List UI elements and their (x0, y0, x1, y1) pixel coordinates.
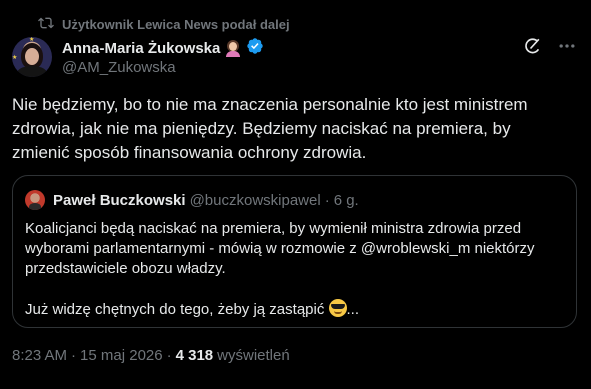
quoted-paragraph-2-text: Już widzę chętnych do tego, żeby ją zast… (25, 301, 325, 318)
footer-separator-2: · (166, 346, 172, 364)
quoted-separator: · (324, 191, 330, 209)
quoted-tweet-text: Koalicjanci będą naciskać na premiera, b… (25, 219, 565, 320)
author-handle[interactable]: @AM_Zukowska (62, 59, 176, 76)
quoted-author-handle[interactable]: @buczkowskipawel (190, 192, 321, 209)
quoted-paragraph-2: Już widzę chętnych do tego, żeby ją zast… (25, 299, 565, 320)
tweet-actions-top (523, 36, 577, 61)
more-options-icon[interactable] (557, 36, 577, 61)
repost-icon (38, 15, 54, 34)
smiling-face-with-sunglasses-icon (328, 299, 347, 317)
quoted-author-name[interactable]: Paweł Buczkowski (53, 192, 186, 209)
tweet-footer: 8:23 AM · 15 maj 2026 · 4 318 wyświetleń (12, 345, 290, 365)
author-avatar[interactable]: ★ ★ ★ (12, 37, 52, 77)
tweet-time[interactable]: 8:23 AM (12, 347, 67, 364)
tweet-date[interactable]: 15 maj 2026 (80, 347, 163, 364)
views-count: 4 318 (175, 346, 214, 364)
author-name-row[interactable]: Anna-Maria Żukowska (62, 38, 264, 58)
author-name[interactable]: Anna-Maria Żukowska (62, 40, 220, 57)
footer-separator: · (71, 346, 77, 364)
woman-tipping-hand-icon (224, 39, 242, 57)
quoted-paragraph-2-suffix: ... (346, 301, 360, 318)
repost-text: Użytkownik Lewica News podał dalej (62, 16, 290, 32)
quoted-tweet-card[interactable]: Paweł Buczkowski @buczkowskipawel · 6 g.… (12, 175, 577, 328)
quoted-paragraph-1: Koalicjanci będą naciskać na premiera, b… (25, 220, 535, 277)
quoted-time[interactable]: 6 g. (334, 192, 359, 209)
tweet-text: Nie będziemy, bo to nie ma znaczenia per… (12, 95, 528, 162)
quoted-author-avatar[interactable] (25, 190, 45, 210)
repost-indicator[interactable]: Użytkownik Lewica News podał dalej (38, 16, 290, 32)
quoted-tweet-header: Paweł Buczkowski @buczkowskipawel · 6 g. (25, 190, 359, 210)
verified-badge-icon[interactable] (246, 37, 264, 59)
views-label: wyświetleń (217, 346, 290, 364)
grok-icon[interactable] (523, 36, 543, 61)
tweet-detail: Użytkownik Lewica News podał dalej ★ ★ ★ … (0, 0, 591, 389)
